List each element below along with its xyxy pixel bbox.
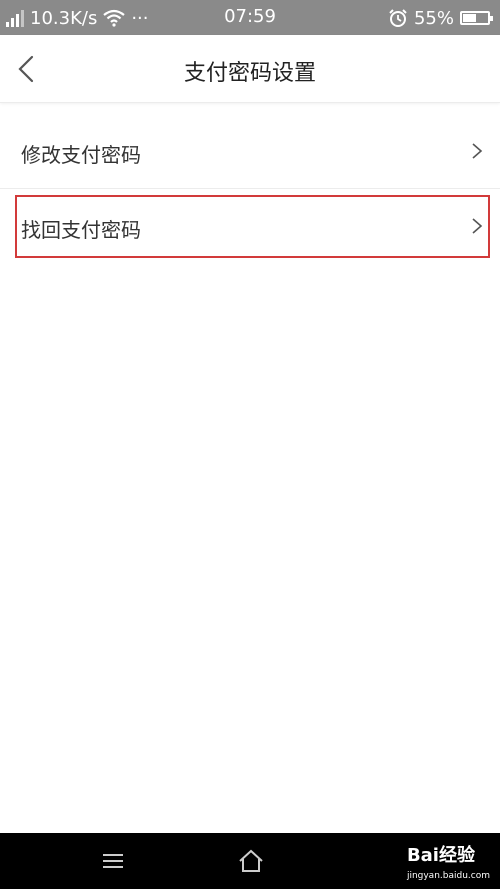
status-right: 55% [388, 5, 493, 31]
chevron-right-icon [472, 218, 483, 234]
watermark-url: jingyan.baidu.com [406, 871, 490, 881]
status-bar: 10.3K/s ··· 07:59 55% [0, 0, 500, 35]
alarm-icon [389, 9, 407, 27]
page-title: 支付密码设置 [183, 61, 316, 86]
battery-icon [460, 11, 493, 25]
change-pay-password-item[interactable]: 修改支付密码 [0, 114, 500, 189]
app-header: 支付密码设置 [0, 35, 500, 103]
watermark-brand: Bai经验 [406, 845, 475, 866]
battery-percent: 55% [413, 7, 454, 29]
recover-pay-password-label: 找回支付密码 [21, 218, 141, 242]
settings-list: 修改支付密码 找回支付密码 [0, 114, 500, 263]
recover-pay-password-item[interactable]: 找回支付密码 [0, 189, 500, 263]
baidu-jingyan-watermark: Bai经验 jingyan.baidu.com [407, 847, 490, 885]
menu-icon[interactable] [98, 849, 128, 873]
home-icon[interactable] [236, 849, 266, 873]
change-pay-password-label: 修改支付密码 [21, 143, 141, 167]
chevron-right-icon [472, 143, 483, 159]
system-nav-bar: Bai经验 jingyan.baidu.com [0, 833, 500, 889]
